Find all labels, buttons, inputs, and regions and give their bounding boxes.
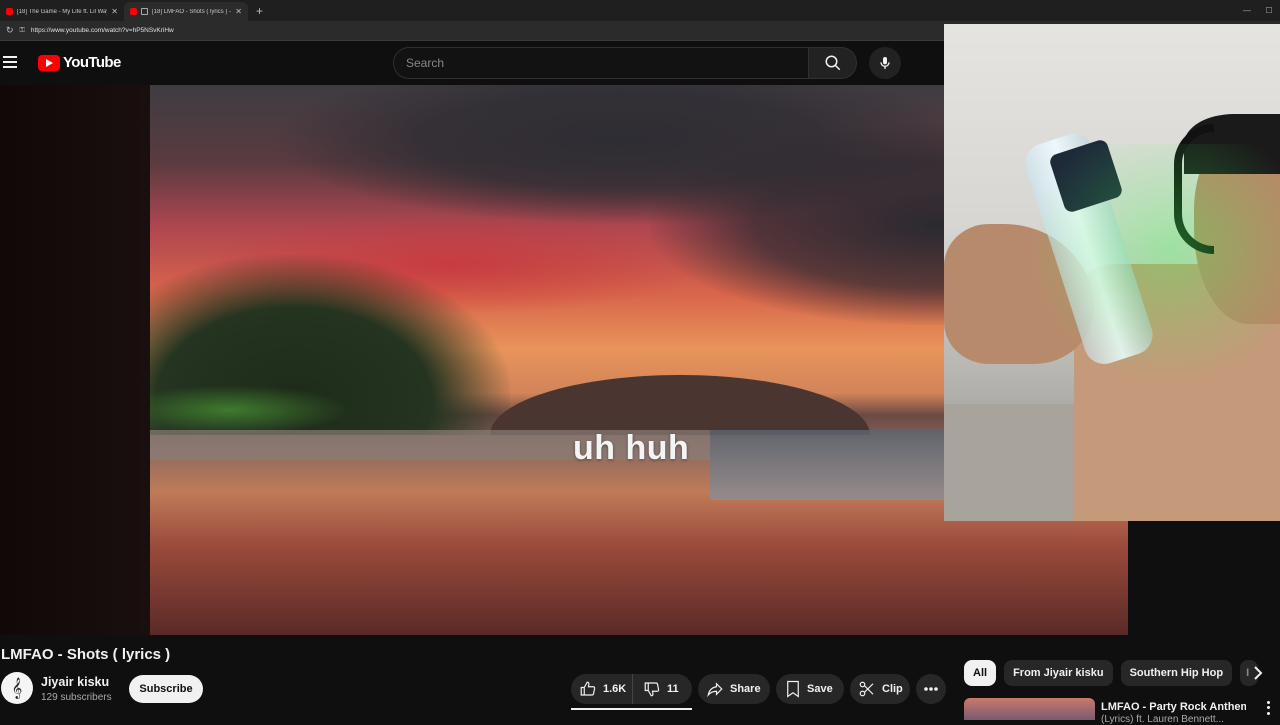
browser-tab-strip: [18] The Game - My Life ft. Lil Way... ✕… (0, 0, 1280, 21)
thumbs-down-icon (644, 682, 660, 697)
dislike-button[interactable]: 11 (633, 674, 679, 704)
recommendation-thumbnail[interactable] (964, 698, 1095, 720)
youtube-favicon-icon (6, 8, 13, 15)
like-ratio-bar (571, 708, 692, 710)
more-actions-button[interactable] (916, 674, 946, 704)
subscriber-count: 129 subscribers (41, 692, 112, 703)
channel-avatar[interactable]: 𝄞 (1, 672, 33, 704)
youtube-play-icon (38, 54, 60, 71)
share-button[interactable]: Share (698, 674, 770, 704)
webcam-overlay (944, 24, 1280, 521)
logo-text: YouTube (63, 54, 121, 71)
close-tab-icon[interactable]: ✕ (111, 7, 118, 16)
minimize-icon[interactable]: — (1236, 0, 1258, 21)
youtube-header: YouTube (0, 41, 944, 85)
browser-tab-1[interactable]: [18] The Game - My Life ft. Lil Way... ✕ (0, 2, 124, 21)
chevron-right-icon (1254, 666, 1263, 680)
video-title: LMFAO - Shots ( lyrics ) (1, 646, 171, 663)
clip-button[interactable]: Clip (850, 674, 910, 704)
more-horizontal-icon (924, 687, 938, 691)
youtube-logo[interactable]: YouTube (38, 54, 121, 71)
search-button[interactable] (808, 47, 857, 79)
like-count: 1.6K (603, 683, 627, 695)
site-info-icon[interactable]: ⚿ (20, 27, 25, 35)
recommendation-title[interactable]: LMFAO - Party Rock Anthem (1101, 700, 1246, 714)
thumbs-up-icon (580, 681, 596, 696)
lyric-caption: uh huh (573, 429, 690, 467)
search-input[interactable] (394, 48, 808, 78)
window-controls: — ☐ (1236, 0, 1280, 21)
like-button[interactable]: 1.6K (571, 674, 633, 704)
channel-name[interactable]: Jiyair kisku (41, 675, 109, 689)
search-icon (825, 55, 840, 71)
hamburger-menu-icon[interactable] (3, 56, 17, 68)
recommendation-menu-icon[interactable] (1264, 700, 1272, 716)
new-tab-button[interactable]: + (248, 2, 271, 21)
share-label: Share (730, 683, 761, 695)
reload-icon[interactable]: ↻ (6, 25, 14, 36)
bookmark-icon (787, 680, 799, 698)
chip-all[interactable]: All (964, 660, 997, 686)
chip-from-channel[interactable]: From Jiyair kisku (1004, 660, 1113, 686)
video-letterbox (0, 85, 150, 635)
voice-search-button[interactable] (869, 47, 901, 79)
search-box (393, 47, 809, 79)
chip-southern-hip-hop[interactable]: Southern Hip Hop (1120, 660, 1233, 686)
clip-label: Clip (882, 683, 903, 695)
like-dislike-group: 1.6K 11 (571, 674, 692, 704)
scissors-icon (859, 681, 874, 697)
youtube-favicon-icon (130, 8, 137, 15)
browser-tab-2[interactable]: [18] LMFAO - Shots ( lyrics ) - ✕ (124, 2, 248, 21)
tab-title: [18] The Game - My Life ft. Lil Way... (17, 8, 108, 15)
save-button[interactable]: Save (776, 674, 844, 704)
save-label: Save (807, 683, 833, 695)
filter-chips: All From Jiyair kisku Southern Hip Hop I (964, 660, 1259, 686)
url-text[interactable]: https://www.youtube.com/watch?v=hP5NSvKr… (31, 27, 174, 34)
subscribe-button[interactable]: Subscribe (129, 675, 203, 703)
tab-title: [18] LMFAO - Shots ( lyrics ) - (152, 8, 232, 15)
chips-next-button[interactable] (1248, 663, 1268, 683)
maximize-icon[interactable]: ☐ (1258, 0, 1280, 21)
close-tab-icon[interactable]: ✕ (235, 7, 242, 16)
share-icon (707, 682, 723, 698)
dislike-count: 11 (667, 683, 679, 695)
speaker-icon[interactable] (141, 8, 148, 15)
microphone-icon (880, 57, 890, 69)
